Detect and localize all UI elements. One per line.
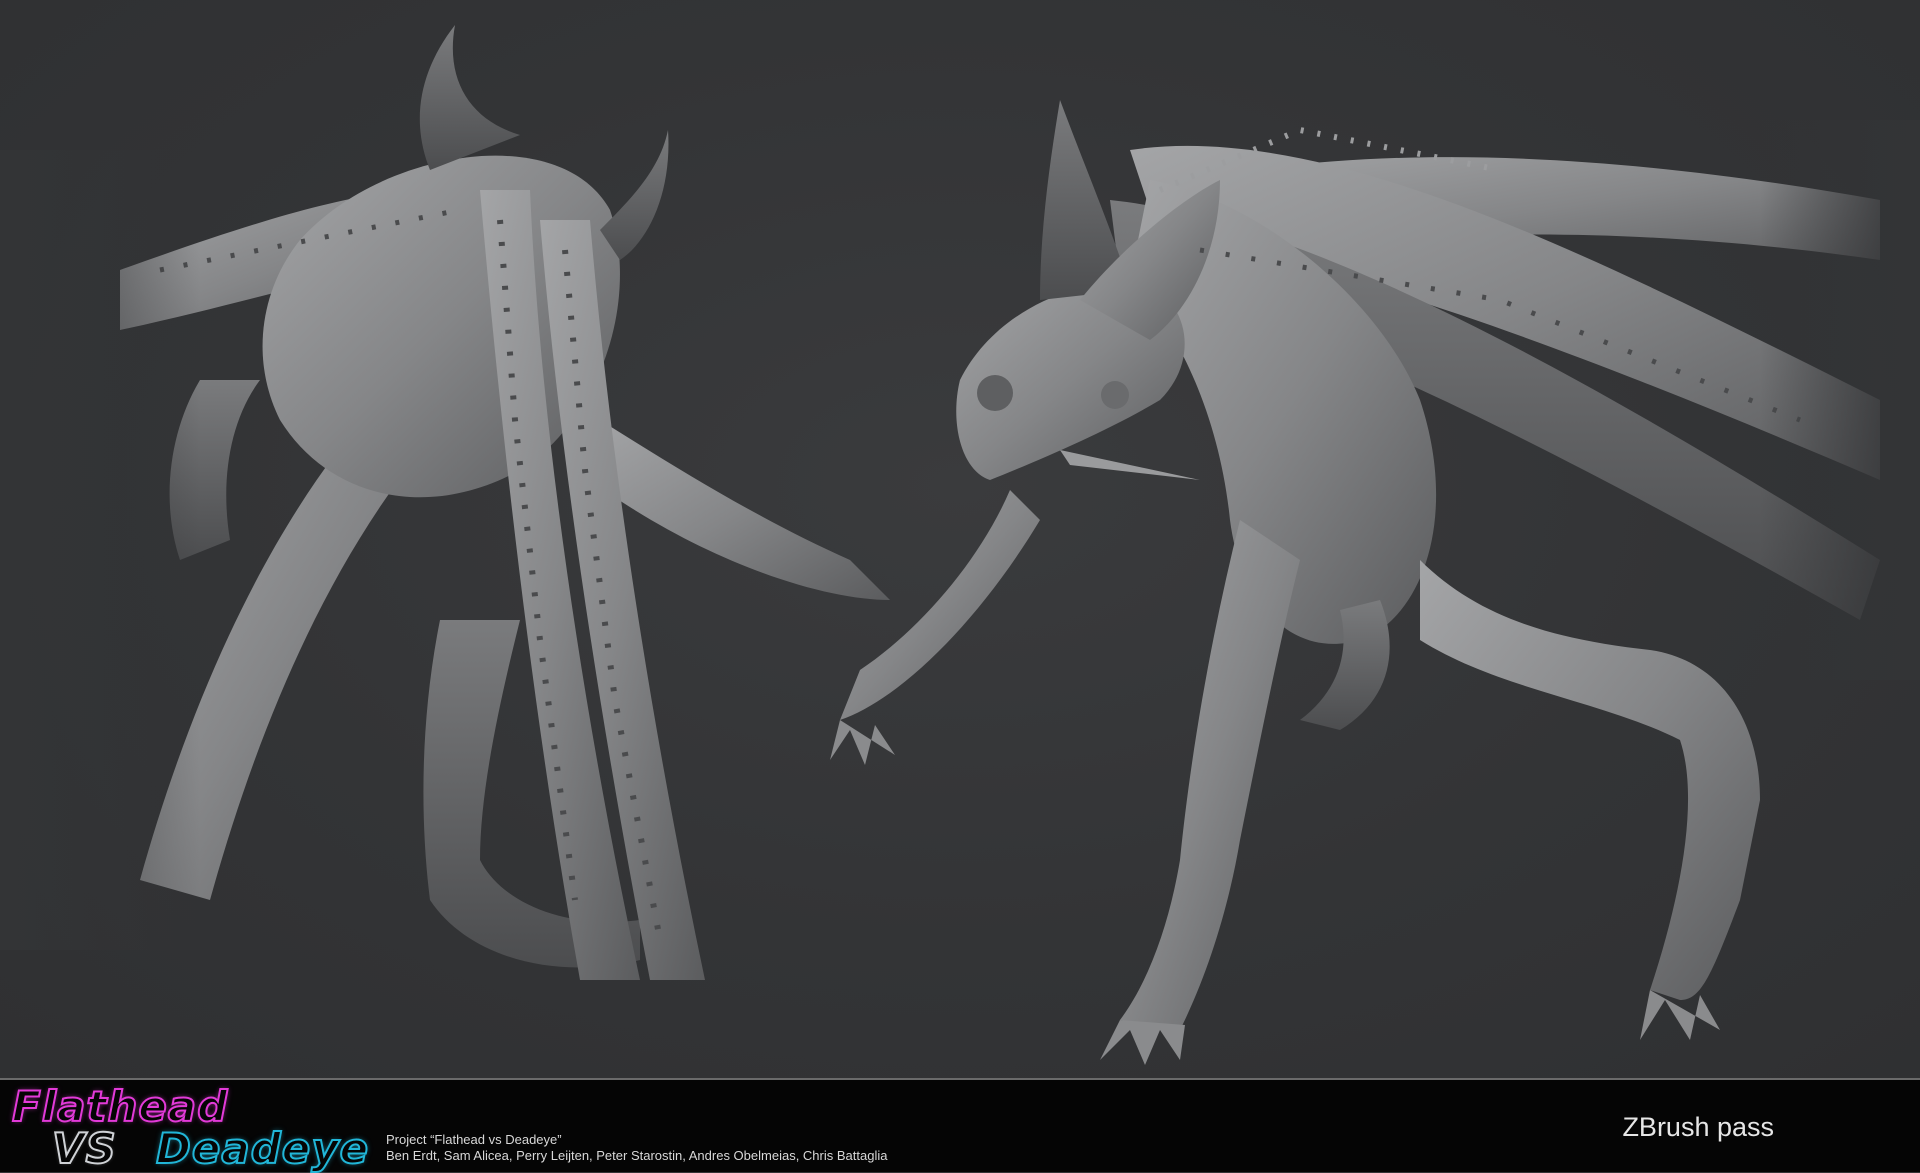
pass-label: ZBrush pass — [1622, 1112, 1774, 1142]
logo-word-flathead: Flathead — [11, 1082, 229, 1131]
creature-back-view — [0, 25, 890, 980]
flathead-vs-deadeye-logo: Flathead VS Deadeye — [10, 1082, 380, 1173]
creature-side-view — [830, 100, 1920, 1065]
render-viewport — [0, 0, 1920, 1078]
footer-bar: Flathead VS Deadeye Project “Flathead vs… — [0, 1078, 1920, 1172]
creature-sculpt-renders — [0, 25, 1920, 1065]
project-title-line: Project “Flathead vs Deadeye” — [386, 1132, 562, 1147]
credits: Project “Flathead vs Deadeye” Ben Erdt, … — [386, 1132, 887, 1164]
logo-word-deadeye: Deadeye — [155, 1124, 370, 1173]
team-names-line: Ben Erdt, Sam Alicea, Perry Leijten, Pet… — [386, 1148, 888, 1163]
logo-word-vs: VS — [51, 1124, 117, 1173]
